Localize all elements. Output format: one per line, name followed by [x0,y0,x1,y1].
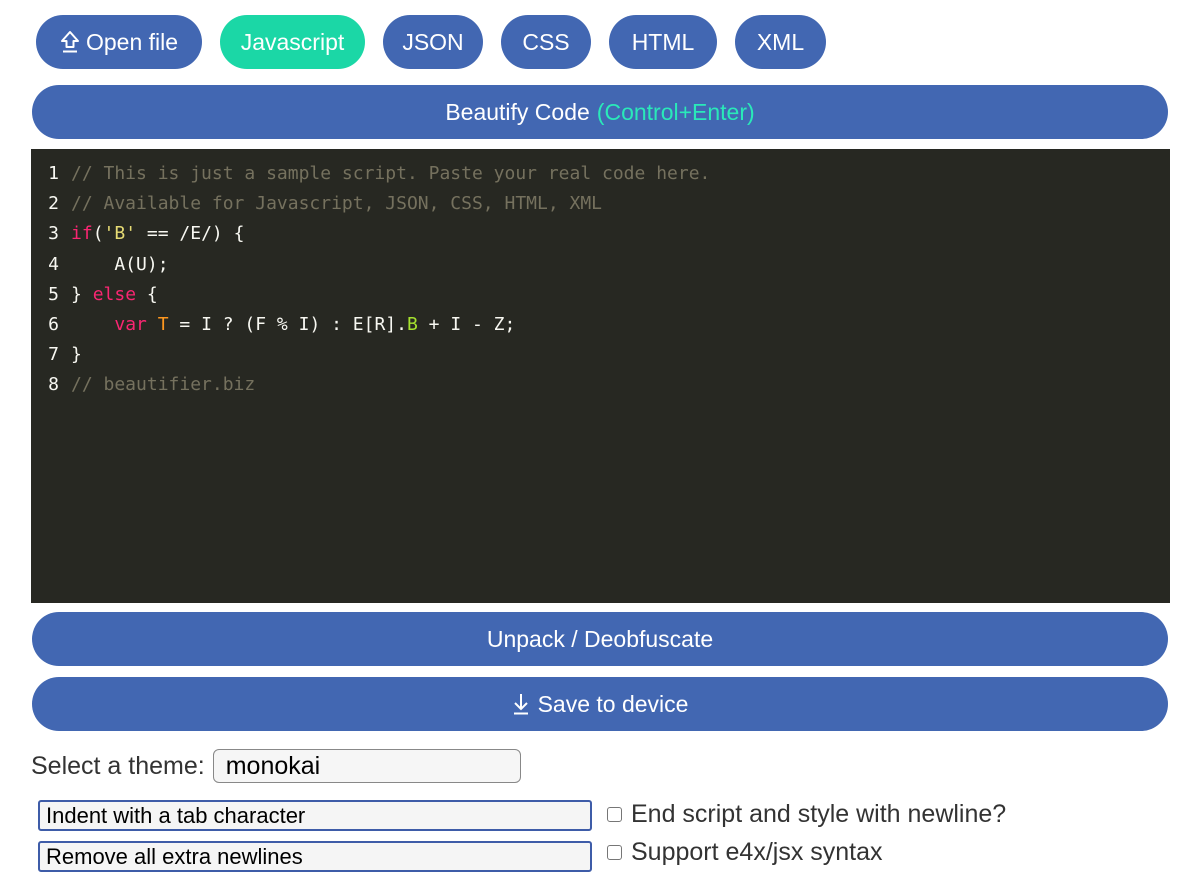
beautify-label: Beautify Code [445,98,590,125]
open-file-label: Open file [85,28,179,55]
code-line: 7 } [31,340,1170,370]
tab-json[interactable]: JSON [383,15,483,69]
beautify-shortcut: (Control+Enter) [596,98,755,125]
end-script-option[interactable]: End script and style with newline? [607,800,1006,829]
line-number: 3 [48,223,59,245]
end-script-label: End script and style with newline? [631,800,1007,828]
e4x-checkbox[interactable] [607,845,622,860]
tab-html[interactable]: HTML [609,15,717,69]
code-line: 6 var T = I ? (F % I) : E[R].B + I - Z; [31,310,1170,340]
code-text: // This is just a sample script. Paste y… [71,163,711,184]
tab-json-label: JSON [402,28,464,55]
unpack-button[interactable]: Unpack / Deobfuscate [32,612,1168,666]
theme-select[interactable]: monokai [212,749,521,783]
download-icon [512,692,530,716]
unpack-label: Unpack / Deobfuscate [486,625,714,652]
open-file-button[interactable]: Open file [36,15,202,69]
line-number: 6 [48,313,59,335]
tab-javascript-label: Javascript [240,28,345,55]
code-text: // Available for Javascript, JSON, CSS, … [71,193,603,215]
upload-icon [60,30,80,54]
code-text: var T = I ? (F % I) : E[R].B + I - Z; [114,313,516,335]
code-editor[interactable]: 1 // This is just a sample script. Paste… [31,149,1170,603]
code-line: 4 A(U); [31,250,1170,280]
line-number: 7 [48,344,59,366]
line-number: 5 [48,283,59,305]
code-text: if('B' == /E/) { [71,223,245,245]
tab-xml-label: XML [756,28,805,55]
tab-xml[interactable]: XML [735,15,826,69]
tab-html-label: HTML [631,28,695,55]
end-script-checkbox[interactable] [607,807,622,822]
code-text: // beautifier.biz [71,374,256,396]
code-line: 5 } else { [31,280,1170,310]
theme-row: Select a theme: monokai [31,748,521,784]
code-text: } [71,344,82,366]
code-line: 2 // Available for Javascript, JSON, CSS… [31,189,1170,219]
indent-value: Indent with a tab character [46,802,306,828]
code-line: 3 if('B' == /E/) { [31,219,1170,249]
theme-label: Select a theme: [31,751,205,780]
newlines-select[interactable]: Remove all extra newlines [38,841,592,872]
tab-javascript[interactable]: Javascript [220,15,365,69]
line-number: 1 [48,163,59,184]
line-number: 2 [48,193,59,215]
tab-css-label: CSS [522,28,570,55]
newlines-value: Remove all extra newlines [46,843,303,869]
line-number: 4 [48,253,59,275]
code-text: A(U); [71,253,169,275]
tab-css[interactable]: CSS [501,15,591,69]
code-line: 8 // beautifier.biz [31,370,1170,400]
e4x-option[interactable]: Support e4x/jsx syntax [607,838,883,867]
e4x-label: Support e4x/jsx syntax [631,838,883,866]
theme-value: monokai [225,751,321,780]
line-number: 8 [48,374,59,396]
code-line: 1 // This is just a sample script. Paste… [31,159,1170,189]
indent-select[interactable]: Indent with a tab character [38,800,592,831]
beautify-button[interactable]: Beautify Code (Control+Enter) [32,85,1168,139]
save-button[interactable]: Save to device [32,677,1168,731]
save-label: Save to device [537,690,689,717]
code-text: } else { [71,283,158,305]
